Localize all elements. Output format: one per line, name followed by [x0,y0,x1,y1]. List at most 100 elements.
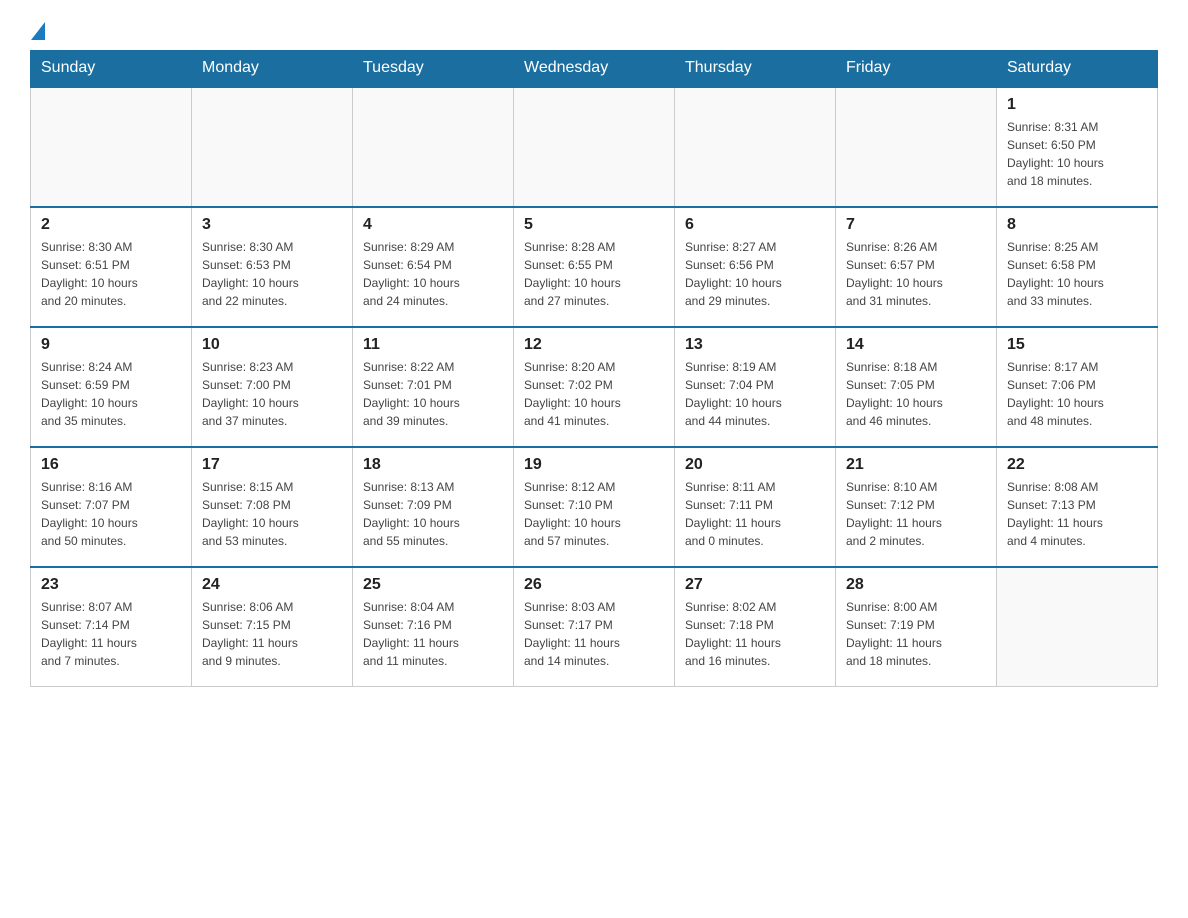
calendar-table: SundayMondayTuesdayWednesdayThursdayFrid… [30,50,1158,687]
calendar-cell: 26 Sunrise: 8:03 AM Sunset: 7:17 PM Dayli… [514,567,675,687]
day-number: 28 [846,576,986,594]
calendar-week-row: 23 Sunrise: 8:07 AM Sunset: 7:14 PM Dayli… [31,567,1158,687]
day-number: 6 [685,216,825,234]
calendar-cell: 7 Sunrise: 8:26 AM Sunset: 6:57 PM Daylig… [836,207,997,327]
calendar-week-row: 9 Sunrise: 8:24 AM Sunset: 6:59 PM Daylig… [31,327,1158,447]
day-number: 4 [363,216,503,234]
day-info: Sunrise: 8:00 AM Sunset: 7:19 PM Dayligh… [846,598,986,670]
day-info: Sunrise: 8:16 AM Sunset: 7:07 PM Dayligh… [41,478,181,550]
calendar-cell [836,87,997,207]
calendar-cell: 20 Sunrise: 8:11 AM Sunset: 7:11 PM Dayli… [675,447,836,567]
day-number: 3 [202,216,342,234]
calendar-cell [997,567,1158,687]
day-info: Sunrise: 8:30 AM Sunset: 6:51 PM Dayligh… [41,238,181,310]
day-info: Sunrise: 8:19 AM Sunset: 7:04 PM Dayligh… [685,358,825,430]
day-info: Sunrise: 8:18 AM Sunset: 7:05 PM Dayligh… [846,358,986,430]
day-info: Sunrise: 8:04 AM Sunset: 7:16 PM Dayligh… [363,598,503,670]
calendar-cell [353,87,514,207]
weekday-header-tuesday: Tuesday [353,51,514,87]
calendar-cell: 25 Sunrise: 8:04 AM Sunset: 7:16 PM Dayli… [353,567,514,687]
calendar-cell: 5 Sunrise: 8:28 AM Sunset: 6:55 PM Daylig… [514,207,675,327]
calendar-cell: 2 Sunrise: 8:30 AM Sunset: 6:51 PM Daylig… [31,207,192,327]
day-number: 20 [685,456,825,474]
calendar-cell: 12 Sunrise: 8:20 AM Sunset: 7:02 PM Dayli… [514,327,675,447]
day-info: Sunrise: 8:15 AM Sunset: 7:08 PM Dayligh… [202,478,342,550]
calendar-week-row: 2 Sunrise: 8:30 AM Sunset: 6:51 PM Daylig… [31,207,1158,327]
day-number: 18 [363,456,503,474]
calendar-cell: 13Sunrise: 8:19 AM Sunset: 7:04 PM Dayli… [675,327,836,447]
day-info: Sunrise: 8:12 AM Sunset: 7:10 PM Dayligh… [524,478,664,550]
calendar-cell: 11Sunrise: 8:22 AM Sunset: 7:01 PM Dayli… [353,327,514,447]
day-info: Sunrise: 8:03 AM Sunset: 7:17 PM Dayligh… [524,598,664,670]
calendar-cell: 16Sunrise: 8:16 AM Sunset: 7:07 PM Dayli… [31,447,192,567]
day-info: Sunrise: 8:10 AM Sunset: 7:12 PM Dayligh… [846,478,986,550]
day-number: 14 [846,336,986,354]
day-info: Sunrise: 8:23 AM Sunset: 7:00 PM Dayligh… [202,358,342,430]
day-info: Sunrise: 8:27 AM Sunset: 6:56 PM Dayligh… [685,238,825,310]
day-number: 8 [1007,216,1147,234]
day-number: 21 [846,456,986,474]
day-number: 27 [685,576,825,594]
day-info: Sunrise: 8:17 AM Sunset: 7:06 PM Dayligh… [1007,358,1147,430]
calendar-cell: 3 Sunrise: 8:30 AM Sunset: 6:53 PM Daylig… [192,207,353,327]
calendar-cell: 21 Sunrise: 8:10 AM Sunset: 7:12 PM Dayli… [836,447,997,567]
day-number: 11 [363,336,503,354]
day-info: Sunrise: 8:07 AM Sunset: 7:14 PM Dayligh… [41,598,181,670]
weekday-header-saturday: Saturday [997,51,1158,87]
day-number: 12 [524,336,664,354]
day-number: 7 [846,216,986,234]
day-info: Sunrise: 8:28 AM Sunset: 6:55 PM Dayligh… [524,238,664,310]
day-number: 26 [524,576,664,594]
day-number: 24 [202,576,342,594]
logo-triangle-icon [31,22,45,40]
calendar-cell [675,87,836,207]
calendar-cell: 24Sunrise: 8:06 AM Sunset: 7:15 PM Dayli… [192,567,353,687]
calendar-cell: 27 Sunrise: 8:02 AM Sunset: 7:18 PM Dayli… [675,567,836,687]
day-number: 19 [524,456,664,474]
calendar-cell [514,87,675,207]
day-info: Sunrise: 8:26 AM Sunset: 6:57 PM Dayligh… [846,238,986,310]
day-info: Sunrise: 8:02 AM Sunset: 7:18 PM Dayligh… [685,598,825,670]
day-number: 5 [524,216,664,234]
calendar-cell: 18 Sunrise: 8:13 AM Sunset: 7:09 PM Dayli… [353,447,514,567]
day-info: Sunrise: 8:29 AM Sunset: 6:54 PM Dayligh… [363,238,503,310]
calendar-cell: 28 Sunrise: 8:00 AM Sunset: 7:19 PM Dayli… [836,567,997,687]
day-info: Sunrise: 8:11 AM Sunset: 7:11 PM Dayligh… [685,478,825,550]
calendar-header-row: SundayMondayTuesdayWednesdayThursdayFrid… [31,51,1158,87]
day-info: Sunrise: 8:31 AM Sunset: 6:50 PM Dayligh… [1007,118,1147,190]
weekday-header-sunday: Sunday [31,51,192,87]
day-info: Sunrise: 8:24 AM Sunset: 6:59 PM Dayligh… [41,358,181,430]
day-info: Sunrise: 8:30 AM Sunset: 6:53 PM Dayligh… [202,238,342,310]
calendar-cell: 14 Sunrise: 8:18 AM Sunset: 7:05 PM Dayli… [836,327,997,447]
calendar-cell: 19 Sunrise: 8:12 AM Sunset: 7:10 PM Dayli… [514,447,675,567]
calendar-cell: 6 Sunrise: 8:27 AM Sunset: 6:56 PM Daylig… [675,207,836,327]
calendar-cell: 4 Sunrise: 8:29 AM Sunset: 6:54 PM Daylig… [353,207,514,327]
day-info: Sunrise: 8:25 AM Sunset: 6:58 PM Dayligh… [1007,238,1147,310]
weekday-header-thursday: Thursday [675,51,836,87]
logo [30,20,45,40]
calendar-cell: 15 Sunrise: 8:17 AM Sunset: 7:06 PM Dayli… [997,327,1158,447]
day-number: 10 [202,336,342,354]
day-number: 25 [363,576,503,594]
day-number: 9 [41,336,181,354]
day-info: Sunrise: 8:20 AM Sunset: 7:02 PM Dayligh… [524,358,664,430]
calendar-cell [192,87,353,207]
day-number: 23 [41,576,181,594]
day-number: 17 [202,456,342,474]
calendar-cell: 8 Sunrise: 8:25 AM Sunset: 6:58 PM Daylig… [997,207,1158,327]
calendar-cell: 10 Sunrise: 8:23 AM Sunset: 7:00 PM Dayli… [192,327,353,447]
calendar-cell [31,87,192,207]
weekday-header-friday: Friday [836,51,997,87]
calendar-cell: 22Sunrise: 8:08 AM Sunset: 7:13 PM Dayli… [997,447,1158,567]
page-header [30,20,1158,40]
day-number: 2 [41,216,181,234]
day-number: 15 [1007,336,1147,354]
calendar-cell: 9 Sunrise: 8:24 AM Sunset: 6:59 PM Daylig… [31,327,192,447]
weekday-header-wednesday: Wednesday [514,51,675,87]
calendar-week-row: 1Sunrise: 8:31 AM Sunset: 6:50 PM Daylig… [31,87,1158,207]
weekday-header-monday: Monday [192,51,353,87]
calendar-cell: 17 Sunrise: 8:15 AM Sunset: 7:08 PM Dayli… [192,447,353,567]
calendar-week-row: 16Sunrise: 8:16 AM Sunset: 7:07 PM Dayli… [31,447,1158,567]
day-info: Sunrise: 8:13 AM Sunset: 7:09 PM Dayligh… [363,478,503,550]
day-info: Sunrise: 8:08 AM Sunset: 7:13 PM Dayligh… [1007,478,1147,550]
